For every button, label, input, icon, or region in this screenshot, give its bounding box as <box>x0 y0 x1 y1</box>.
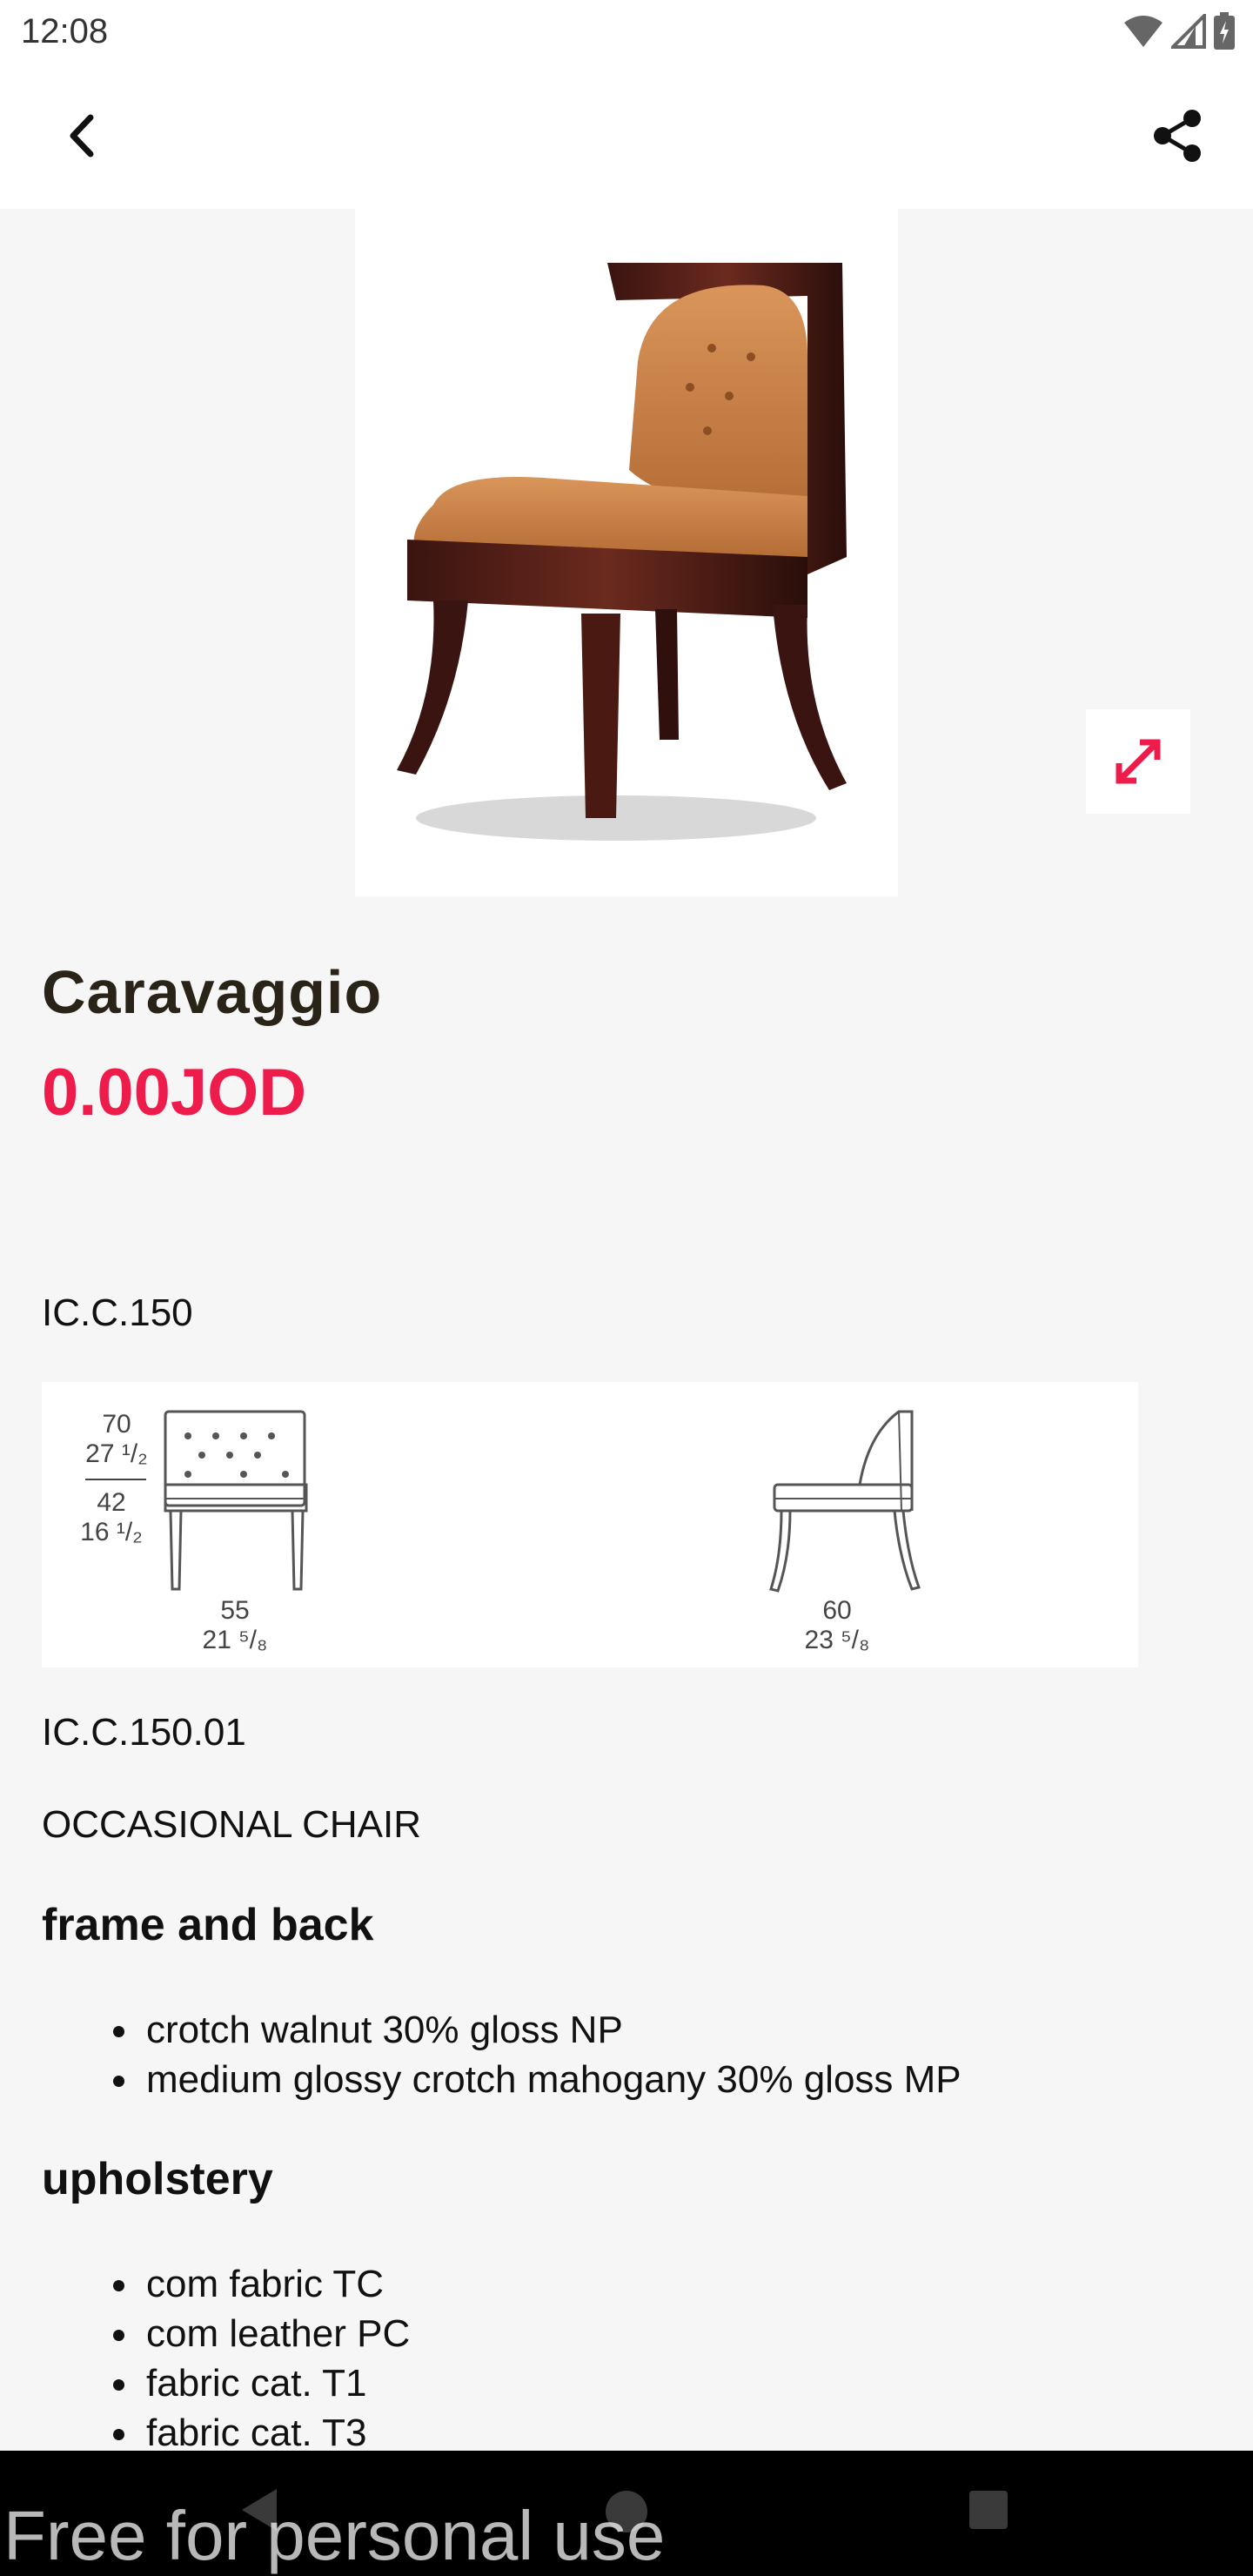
battery-icon <box>1214 12 1235 50</box>
list-item: medium glossy crotch mahogany 30% gloss … <box>113 2055 962 2104</box>
technical-drawing: 70 27 ¹/₂ 42 16 ¹/₂ 55 21 ⁵/₈ 60 23 ⁵/₈ <box>42 1382 1138 1667</box>
width-in: 21 ⁵/₈ <box>203 1626 268 1654</box>
status-bar: 12:08 <box>0 0 1253 63</box>
frame-section-title: frame and back <box>42 1900 374 1950</box>
list-item: com leather PC <box>113 2309 410 2358</box>
product-code: IC.C.150 <box>42 1291 193 1334</box>
status-icons <box>1122 12 1236 50</box>
upholstery-options-list: com fabric TC com leather PC fabric cat.… <box>113 2259 410 2458</box>
expand-image-button[interactable] <box>1086 709 1190 814</box>
seat-height-cm: 42 <box>97 1488 125 1517</box>
dimension-diagram: 70 27 ¹/₂ 42 16 ¹/₂ 55 21 ⁵/₈ 60 23 ⁵/₈ <box>80 1410 921 1654</box>
front-height-in: 27 ¹/₂ <box>85 1439 148 1468</box>
frame-options-list: crotch walnut 30% gloss NP medium glossy… <box>113 2005 962 2104</box>
share-button[interactable] <box>1142 99 1215 172</box>
depth-cm: 60 <box>822 1596 851 1625</box>
list-item: crotch walnut 30% gloss NP <box>113 2005 962 2055</box>
nav-recents-icon[interactable] <box>968 2489 1009 2531</box>
back-arrow-icon <box>70 114 94 158</box>
upholstery-section-title: upholstery <box>42 2154 273 2204</box>
list-item: com fabric TC <box>113 2259 410 2309</box>
app-bar <box>0 63 1253 209</box>
product-type: OCCASIONAL CHAIR <box>42 1803 422 1846</box>
product-image[interactable] <box>355 209 898 896</box>
depth-in: 23 ⁵/₈ <box>805 1626 870 1654</box>
expand-icon <box>1116 739 1161 784</box>
product-price: 0.00JOD <box>42 1056 307 1130</box>
back-button[interactable] <box>45 99 118 172</box>
seat-height-in: 16 ¹/₂ <box>80 1518 143 1546</box>
status-time: 12:08 <box>21 12 109 50</box>
product-variant-code: IC.C.150.01 <box>42 1711 246 1754</box>
chair-image <box>397 263 847 841</box>
signal-icon <box>1171 14 1206 49</box>
watermark-text: Free for personal use <box>3 2497 666 2574</box>
front-height-cm: 70 <box>102 1410 131 1439</box>
wifi-icon <box>1124 16 1163 47</box>
share-icon <box>1154 110 1201 162</box>
width-cm: 55 <box>220 1596 249 1625</box>
list-item: fabric cat. T1 <box>113 2358 410 2408</box>
product-image-area <box>0 209 1253 896</box>
product-title: Caravaggio <box>42 958 383 1026</box>
